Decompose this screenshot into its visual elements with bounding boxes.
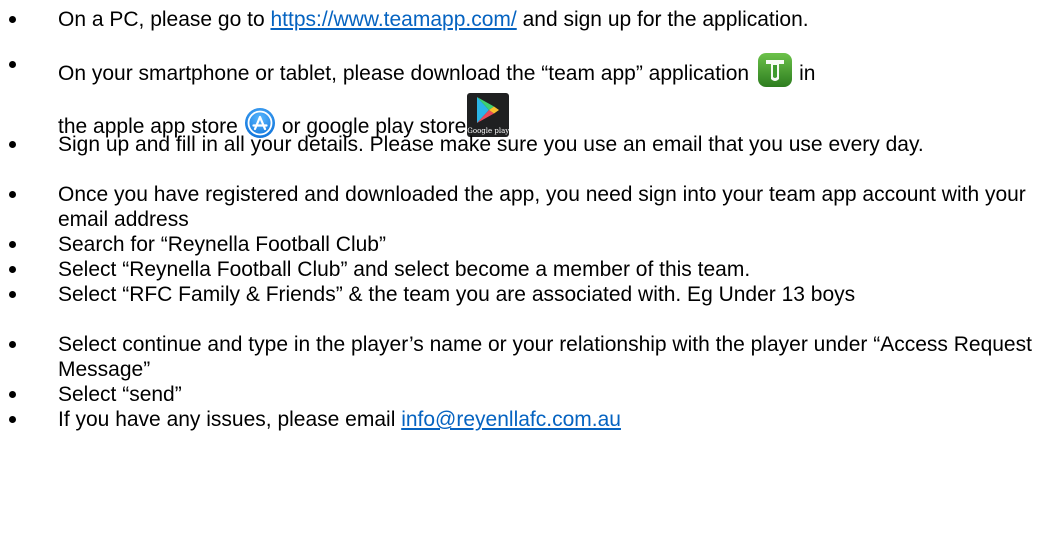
bullet-icon [9, 16, 16, 23]
list-item-step-5: Search for “Reynella Football Club” [0, 232, 1047, 257]
step-7-text: Select “RFC Family & Friends” & the team… [58, 283, 856, 306]
list-item-step-1: On a PC, please go to https://www.teamap… [0, 7, 1047, 32]
google-play-icon: Google play [467, 93, 510, 137]
bullet-icon [9, 241, 16, 248]
step-8-text: Select continue and type in the player’s… [58, 333, 1032, 381]
list-item-step-9: Select “send” [0, 382, 1047, 407]
step-2-text-before: On your smartphone or tablet, please dow… [58, 62, 750, 85]
step-4-text: Once you have registered and downloaded … [58, 183, 1026, 231]
list-item-step-7: Select “RFC Family & Friends” & the team… [0, 282, 1047, 307]
step-1-text-after: and sign up for the application. [516, 8, 809, 31]
bullet-icon [9, 191, 16, 198]
list-item-step-10: If you have any issues, please email inf… [0, 407, 1047, 432]
list-item-step-4: Once you have registered and downloaded … [0, 182, 1047, 232]
step-2-text-in: in [799, 62, 816, 85]
bullet-icon [9, 416, 16, 423]
bullet-icon [9, 266, 16, 273]
step-9-text: Select “send” [58, 383, 182, 406]
bullet-icon [9, 61, 16, 68]
bullet-icon [9, 291, 16, 298]
bullet-icon [9, 141, 16, 148]
team-app-icon [757, 52, 793, 88]
step-6-text: Select “Reynella Football Club” and sele… [58, 258, 751, 281]
list-item-step-6: Select “Reynella Football Club” and sele… [0, 257, 1047, 282]
list-item-step-2: On your smartphone or tablet, please dow… [0, 52, 1047, 88]
bullet-icon [9, 391, 16, 398]
bullet-icon [9, 341, 16, 348]
step-1-text-before: On a PC, please go to [58, 8, 271, 31]
list-item-step-8: Select continue and type in the player’s… [0, 332, 1047, 382]
step-5-text: Search for “Reynella Football Club” [58, 233, 386, 256]
teamapp-website-link[interactable]: https://www.teamapp.com/ [270, 8, 516, 31]
step-10-text-before: If you have any issues, please email [58, 408, 402, 431]
list-item-step-3: Sign up and fill in all your details. Pl… [0, 132, 1047, 157]
support-email-link[interactable]: info@reyenllafc.com.au [401, 408, 621, 431]
step-3-text: Sign up and fill in all your details. Pl… [58, 133, 924, 156]
